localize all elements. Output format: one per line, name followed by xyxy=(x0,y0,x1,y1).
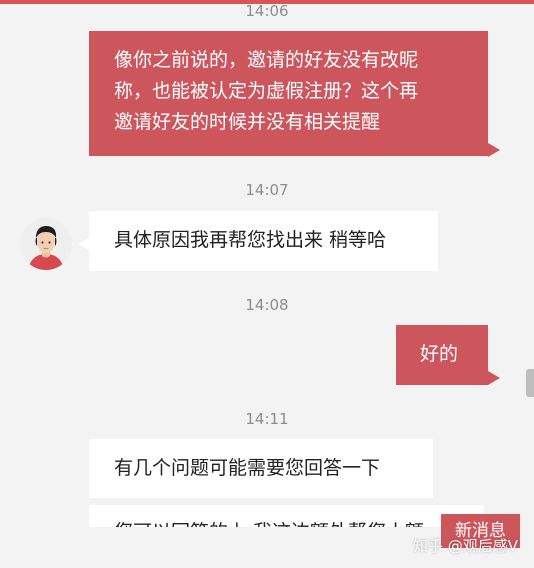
message-text: 有几个问题可能需要您回答一下 xyxy=(114,457,381,479)
timestamp: 14:11 xyxy=(245,410,289,428)
message-text: 具体原因我再帮您找出来 稍等哈 xyxy=(114,229,387,251)
avatar[interactable] xyxy=(20,218,72,270)
timestamp: 14:06 xyxy=(245,2,289,20)
outgoing-bubble-tail xyxy=(488,371,500,385)
incoming-message-bubble[interactable]: 具体原因我再帮您找出来 稍等哈 xyxy=(89,211,438,271)
message-line: 像你之前说的，邀请的好友没有改昵 xyxy=(114,49,419,71)
chat-window: 14:06 像你之前说的，邀请的好友没有改昵 称，也能被认定为虚假注册？这个再 … xyxy=(0,0,534,568)
person-avatar-icon xyxy=(20,218,72,270)
incoming-message-bubble[interactable]: 有几个问题可能需要您回答一下 xyxy=(89,439,433,498)
message-line: 称，也能被认定为虚假注册？这个再 xyxy=(114,80,419,102)
outgoing-bubble-tail xyxy=(488,143,500,157)
scrollbar-handle[interactable] xyxy=(526,369,534,397)
outgoing-message-bubble[interactable]: 像你之前说的，邀请的好友没有改昵 称，也能被认定为虚假注册？这个再 邀请好友的时… xyxy=(89,31,488,156)
outgoing-message-bubble[interactable]: 好的 xyxy=(396,325,488,385)
timestamp: 14:08 xyxy=(245,296,289,314)
message-text: 好的 xyxy=(420,343,459,365)
message-line: 邀请好友的时候并没有相关提醒 xyxy=(114,111,381,133)
timestamp: 14:07 xyxy=(245,181,289,199)
incoming-message-bubble[interactable]: 您可以回答的上 我这边额外帮您小额 xyxy=(89,505,484,527)
watermark: 知乎 @观后感V xyxy=(413,537,519,555)
message-text: 您可以回答的上 我这边额外帮您小额 xyxy=(114,517,484,527)
